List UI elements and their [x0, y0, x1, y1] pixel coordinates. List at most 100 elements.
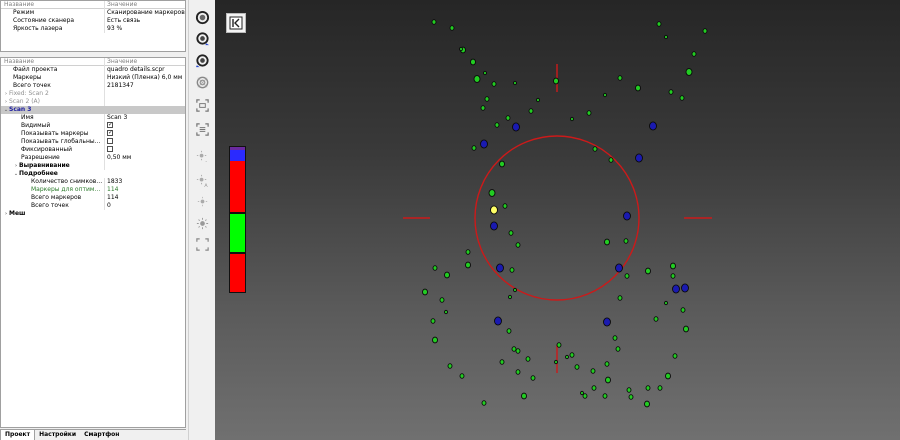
- brightness-auto-button[interactable]: A: [194, 172, 211, 189]
- property-name: Показывать глобальные указ...: [1, 138, 105, 146]
- header-name: Название: [1, 1, 105, 9]
- property-row-mode[interactable]: Режим Сканирование маркеров: [1, 9, 185, 17]
- marker-point: [536, 97, 540, 103]
- svg-text:A: A: [204, 183, 208, 188]
- marker-point: [515, 242, 521, 248]
- property-value: 2181347: [107, 82, 134, 89]
- brightness-high-button[interactable]: [194, 215, 211, 232]
- property-name: Яркость лазера: [1, 25, 105, 33]
- tree-item-scan3[interactable]: ⌄Scan 3: [1, 106, 185, 114]
- brightness-low-button[interactable]: -: [194, 148, 211, 165]
- marker-point: [635, 153, 643, 163]
- property-value: 0: [107, 202, 111, 209]
- property-value: Низкий (Пленка) 6,0 мм: [107, 74, 183, 81]
- shots-row[interactable]: Количество снимков опт... 1833: [1, 178, 185, 186]
- total-points2-row[interactable]: Всего точек 0: [1, 202, 185, 210]
- header-value: Значение: [107, 58, 138, 65]
- exit-view-button[interactable]: [226, 13, 246, 33]
- tab-smartphone[interactable]: Смартфон: [80, 430, 123, 440]
- marker-point: [525, 356, 531, 362]
- left-panel: Название Значение Режим Сканирование мар…: [0, 0, 186, 440]
- visible-row[interactable]: Видимый ✓: [1, 122, 185, 130]
- markers-row[interactable]: Маркеры Низкий (Пленка) 6,0 мм: [1, 74, 185, 82]
- visible-checkbox[interactable]: ✓: [107, 122, 113, 128]
- tree-item-label-wrap: ⌄Подробнее: [1, 170, 105, 178]
- marker-point: [592, 146, 598, 152]
- show-markers-row[interactable]: Показывать маркеры ✓: [1, 130, 185, 138]
- turntable-icon: [196, 76, 209, 89]
- tab-settings[interactable]: Настройки: [35, 430, 80, 440]
- tree-item-label-wrap: › Scan 2 (A): [1, 98, 105, 106]
- opt-markers-row[interactable]: Маркеры для оптимизации 114: [1, 186, 185, 194]
- 3d-viewport[interactable]: [215, 0, 900, 440]
- marker-point: [665, 372, 671, 380]
- marker-point: [449, 25, 455, 31]
- frame-select-button[interactable]: [194, 97, 211, 114]
- marker-point: [664, 34, 668, 40]
- tree-item-label: Fixed: Scan 2: [9, 90, 49, 97]
- marker-point: [668, 89, 674, 95]
- scan-mode-button[interactable]: [194, 9, 211, 26]
- vertical-toolbar: - A: [188, 0, 215, 440]
- marker-point: [617, 75, 623, 81]
- fixed-row[interactable]: Фиксированный: [1, 146, 185, 154]
- scale-segment-red-bottom: [230, 254, 245, 292]
- tree-item-scan2a[interactable]: › Scan 2 (A): [1, 98, 185, 106]
- scan-mode-icon: [195, 10, 210, 25]
- header-name: Название: [1, 58, 105, 66]
- name-value[interactable]: Scan 3: [107, 114, 185, 122]
- total-markers-row[interactable]: Всего маркеров 114: [1, 194, 185, 202]
- project-file-row[interactable]: Файл проекта quadro details.scpr: [1, 66, 185, 74]
- exit-view-icon: [229, 16, 243, 30]
- marker-point: [480, 105, 486, 111]
- resolution-row[interactable]: Разрешение 0,50 мм: [1, 154, 185, 162]
- scale-segment-green: [230, 214, 245, 252]
- fixed-checkbox[interactable]: [107, 146, 113, 152]
- brightness-low-icon: -: [196, 150, 207, 164]
- checkbox-cell: [107, 146, 185, 154]
- marker-point: [508, 230, 514, 236]
- show-global-checkbox[interactable]: [107, 138, 113, 144]
- alignment-row[interactable]: › Выравнивание: [1, 162, 185, 170]
- property-row-laser-brightness[interactable]: Яркость лазера 93 %: [1, 25, 185, 33]
- fit-view-icon: [196, 238, 209, 251]
- rotate-marker-alt-button[interactable]: [194, 52, 211, 69]
- mesh-row[interactable]: › Меш: [1, 210, 185, 218]
- rotate-marker-button[interactable]: [194, 30, 211, 47]
- marker-point: [431, 19, 437, 25]
- marker-point: [459, 46, 463, 52]
- show-global-row[interactable]: Показывать глобальные указ...: [1, 138, 185, 146]
- marker-point: [570, 116, 574, 122]
- tab-project[interactable]: Проект: [0, 430, 36, 440]
- marker-point: [490, 221, 498, 231]
- scale-segment-red-top: [230, 161, 245, 212]
- marker-point: [623, 211, 631, 221]
- marker-point: [494, 316, 502, 326]
- total-points-row[interactable]: Всего точек 2181347: [1, 82, 185, 90]
- name-row[interactable]: Имя Scan 3: [1, 114, 185, 122]
- turntable-button[interactable]: [194, 74, 211, 91]
- property-name: Маркеры для оптимизации: [1, 186, 105, 194]
- marker-point: [586, 110, 592, 116]
- marker-point: [490, 205, 498, 215]
- tree-item-fixed-scan2[interactable]: › Fixed: Scan 2: [1, 90, 185, 98]
- marker-point: [569, 352, 575, 358]
- marker-point: [691, 51, 697, 57]
- brightness-dim-button[interactable]: [194, 193, 211, 210]
- svg-text:-: -: [205, 160, 207, 164]
- marker-point: [617, 295, 623, 301]
- marker-point: [635, 84, 641, 92]
- layers-button[interactable]: [194, 121, 211, 138]
- marker-point: [670, 273, 676, 279]
- resolution-value[interactable]: 0,50 мм: [107, 154, 185, 162]
- property-row-scanner-state[interactable]: Состояние сканера Есть связь: [1, 17, 185, 25]
- show-markers-checkbox[interactable]: ✓: [107, 130, 113, 136]
- marker-point: [608, 157, 614, 163]
- property-name: Файл проекта: [1, 66, 105, 74]
- fit-view-button[interactable]: [194, 236, 211, 253]
- marker-point: [582, 393, 588, 399]
- details-row[interactable]: ⌄Подробнее: [1, 170, 185, 178]
- property-name: Всего точек: [1, 202, 105, 210]
- marker-point: [459, 373, 465, 379]
- marker-point: [512, 122, 520, 132]
